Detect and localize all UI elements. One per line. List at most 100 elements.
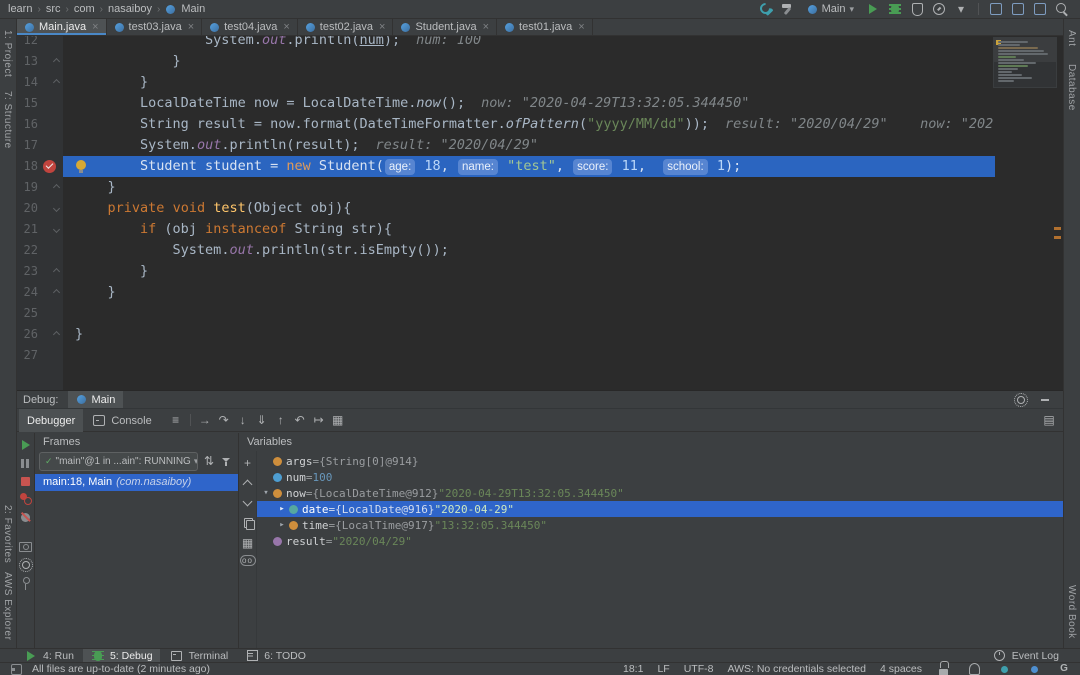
tool-window-button[interactable]: Ant (1066, 30, 1077, 47)
settings-gear-icon[interactable] (1013, 392, 1029, 408)
chevron-up-icon[interactable] (240, 475, 256, 491)
code-line[interactable]: 23 } (17, 261, 1063, 282)
code-line[interactable]: 26} (17, 324, 1063, 345)
show-execution-point-icon[interactable]: → (197, 412, 213, 428)
tab-close-icon[interactable]: × (483, 21, 489, 33)
fold-marker-icon[interactable] (52, 57, 61, 66)
code-editor[interactable]: 12 System.out.println(num); num: 100 13 } 1… (17, 36, 1063, 390)
run-to-cursor-icon[interactable]: ↦ (311, 412, 327, 428)
editor-tab[interactable]: test02.java × (298, 19, 394, 35)
debug-session-tab[interactable]: Main (68, 391, 124, 408)
expander-icon[interactable]: ▸ (277, 504, 287, 514)
pin-icon[interactable] (18, 575, 34, 591)
tab-close-icon[interactable]: × (379, 21, 385, 33)
hector-icon[interactable] (966, 661, 982, 675)
code-line[interactable]: 25 (17, 303, 1063, 324)
scrollbar-mark[interactable] (1054, 236, 1061, 239)
sort-icon[interactable]: ⇅ (201, 453, 217, 469)
ide-tool-icon[interactable] (1032, 1, 1048, 17)
editor-tab[interactable]: test03.java × (107, 19, 203, 35)
code-line[interactable]: 17 System.out.println(result); result: "2… (17, 135, 1063, 156)
breadcrumb-item[interactable]: nasaiboy (108, 3, 152, 15)
settings-gear-icon[interactable] (18, 557, 34, 573)
tab-close-icon[interactable]: × (283, 21, 289, 33)
variable-row[interactable]: ▾ now = {LocalDateTime@912} "2020-04-29T1… (257, 485, 1063, 501)
expander-icon[interactable]: ▸ (277, 520, 287, 530)
tool-window-button[interactable]: 5: Debug (82, 649, 160, 662)
copy-icon[interactable] (240, 515, 256, 531)
status-item[interactable]: 4 spaces (880, 663, 922, 675)
lock-icon[interactable] (936, 661, 952, 675)
variable-row[interactable]: result = "2020/04/29" (257, 533, 1063, 549)
editor-tab[interactable]: test04.java × (202, 19, 298, 35)
drop-frame-icon[interactable]: ↶ (292, 412, 308, 428)
ide-tool-icon[interactable] (1010, 1, 1026, 17)
step-out-icon[interactable]: ↑ (273, 412, 289, 428)
stack-frame-row[interactable]: main:18, Main (com.nasaiboy) (35, 474, 238, 491)
indicator-dot-blue[interactable] (1026, 661, 1042, 675)
chevron-down-icon[interactable] (240, 495, 256, 511)
tab-close-icon[interactable]: × (578, 21, 584, 33)
code-line[interactable]: 20 private void test(Object obj){ (17, 198, 1063, 219)
code-line[interactable]: 22 System.out.println(str.isEmpty()); (17, 240, 1063, 261)
tool-window-button[interactable]: 7: Structure (2, 91, 13, 149)
fold-marker-icon[interactable] (52, 183, 61, 192)
thread-dump-icon[interactable] (18, 539, 34, 555)
fold-marker-icon[interactable] (52, 330, 61, 339)
code-line[interactable]: 19 } (17, 177, 1063, 198)
hide-icon[interactable] (1037, 392, 1053, 408)
breadcrumb-item[interactable]: learn (8, 3, 32, 15)
code-line[interactable]: 16 String result = now.format(DateTimeFo… (17, 114, 1063, 135)
ide-tool-icon[interactable] (988, 1, 1004, 17)
code-line[interactable]: 18 Student student = new Student(age: 18… (17, 156, 1063, 177)
fold-marker-icon[interactable] (52, 225, 61, 234)
minimap[interactable] (993, 37, 1057, 88)
evaluate-expression-icon[interactable]: ▦ (330, 412, 346, 428)
add-watch-icon[interactable]: + (240, 455, 256, 471)
code-line[interactable]: 21 if (obj instanceof String str){ (17, 219, 1063, 240)
code-line[interactable]: 27 (17, 345, 1063, 366)
status-item[interactable]: UTF-8 (684, 663, 714, 675)
tool-window-button[interactable]: 4: Run (16, 649, 81, 662)
run-play-icon[interactable] (865, 1, 881, 17)
debug-bug-icon[interactable] (887, 1, 903, 17)
layout-icon[interactable]: ▦ (240, 535, 256, 551)
fold-marker-icon[interactable] (52, 288, 61, 297)
code-line[interactable]: 13 } (17, 51, 1063, 72)
pause-icon[interactable] (18, 455, 34, 471)
fold-marker-icon[interactable] (52, 78, 61, 87)
debugger-tab[interactable]: Console (83, 409, 159, 432)
variable-row[interactable]: ▸ time = {LocalTime@917} "13:32:05.344450… (257, 517, 1063, 533)
chevron-down-small-icon[interactable]: ▾ (953, 1, 969, 17)
build-hammer-icon[interactable] (780, 1, 796, 17)
profiler-icon[interactable] (931, 1, 947, 17)
breadcrumb-item[interactable]: com (74, 3, 95, 15)
gradle-badge[interactable]: G (1056, 661, 1072, 675)
tool-window-button[interactable]: 6: TODO (237, 649, 313, 662)
tool-window-button[interactable]: 2: Favorites (2, 505, 13, 563)
tool-window-button[interactable]: 1: Project (2, 30, 13, 77)
breakpoint-icon[interactable] (43, 160, 56, 173)
resume-icon[interactable] (18, 437, 34, 453)
code-line[interactable]: 14 } (17, 72, 1063, 93)
editor-tab[interactable]: test01.java × (497, 19, 593, 35)
step-over-icon[interactable]: ↷ (216, 412, 232, 428)
layout-settings-icon[interactable]: ▤ (1041, 412, 1057, 428)
force-step-into-icon[interactable]: ⇓ (254, 412, 270, 428)
fold-marker-icon[interactable] (52, 204, 61, 213)
status-item[interactable]: 18:1 (623, 663, 643, 675)
fold-marker-icon[interactable] (52, 267, 61, 276)
tool-window-button[interactable]: AWS Explorer (2, 572, 13, 640)
tab-close-icon[interactable]: × (92, 21, 98, 33)
breadcrumb-item[interactable]: Main (181, 3, 205, 15)
tool-window-button[interactable]: Database (1066, 64, 1077, 111)
scrollbar-mark[interactable] (1054, 227, 1061, 230)
expander-icon[interactable]: ▾ (261, 488, 271, 498)
editor-tab[interactable]: Student.java × (393, 19, 498, 35)
tab-close-icon[interactable]: × (188, 21, 194, 33)
wrench-icon[interactable] (758, 1, 774, 17)
step-into-icon[interactable]: ↓ (235, 412, 251, 428)
tool-window-button[interactable]: Terminal (162, 649, 236, 662)
toolwindow-switcher-icon[interactable] (8, 661, 24, 675)
editor-tab[interactable]: Main.java × (17, 19, 107, 35)
